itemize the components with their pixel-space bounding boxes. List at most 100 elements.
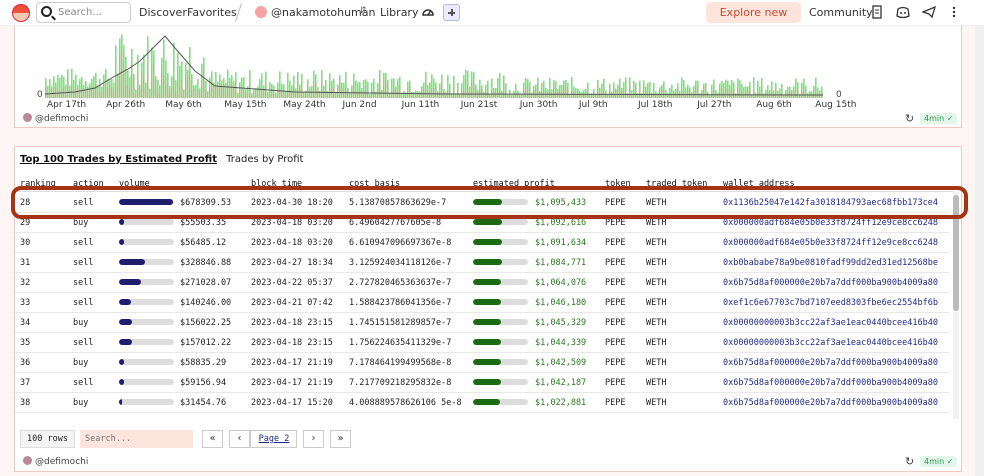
cell-estimated-profit: $1,042,509	[535, 358, 587, 368]
sell-volume-bar	[677, 87, 679, 98]
sell-volume-bar	[603, 87, 605, 98]
table-search-input[interactable]	[80, 430, 193, 448]
table-row[interactable]: 33 sell $140246.00 2023-04-21 07:42 1.588423…	[15, 293, 949, 313]
chart-credit[interactable]: @defimochi	[23, 113, 88, 124]
sell-volume-bar	[91, 89, 93, 98]
avatar[interactable]	[255, 6, 267, 18]
refresh-icon[interactable]: ↻	[905, 112, 914, 125]
sell-volume-bar	[165, 85, 167, 98]
cell-wallet[interactable]: 0x00000000003b3cc22af3ae1eac0440bcee416b…	[723, 318, 938, 328]
page-scrollbar[interactable]	[975, 26, 984, 476]
sell-volume-bar	[647, 92, 649, 98]
sell-volume-bar	[589, 96, 591, 98]
first-page-button[interactable]: «	[202, 430, 223, 448]
cell-wallet[interactable]: 0x6b75d8af000000e20b7a7ddf000ba900b4009a…	[723, 378, 938, 388]
sell-volume-bar	[713, 87, 715, 98]
cell-wallet[interactable]: 0xb0bababe78a9be0810fadf99dd2ed31ed12568…	[723, 258, 938, 268]
cell-block-time: 2023-04-18 03:20	[251, 238, 333, 248]
cell-ranking: 29	[20, 218, 31, 228]
cell-block-time: 2023-04-17 21:19	[251, 358, 333, 368]
prev-page-button[interactable]: ‹	[229, 430, 250, 448]
sell-volume-bar	[489, 94, 491, 98]
explore-plans-button[interactable]: Explore new plans	[706, 2, 801, 40]
sell-volume-bar	[549, 91, 551, 98]
cell-wallet[interactable]: 0x6b75d8af000000e20b7a7ddf000ba900b4009a…	[723, 358, 938, 368]
sell-volume-bar	[703, 86, 705, 98]
cell-action: buy	[73, 398, 89, 408]
x-tick-label: Jun 30th	[519, 100, 558, 110]
tab-trades-by-profit[interactable]: Trades by Profit	[226, 154, 303, 165]
sell-volume-bar	[97, 92, 99, 98]
cell-cost-basis: 6.610947096697367e-8	[349, 238, 452, 248]
sell-volume-bar	[215, 84, 217, 98]
search-box[interactable]: Search...	[36, 2, 131, 23]
profit-bar-fill	[473, 359, 501, 365]
cell-wallet[interactable]: 0x6b75d8af000000e20b7a7ddf000ba900b4009a…	[723, 398, 938, 408]
age-label: 4min	[924, 457, 945, 466]
table-row[interactable]: 30 sell $56485.12 2023-04-18 03:20 6.6109470…	[15, 233, 949, 253]
more-vertical-icon[interactable]	[947, 5, 961, 19]
cell-wallet[interactable]: 0x6b75d8af000000e20b7a7ddf000ba900b4009a…	[723, 278, 938, 288]
sell-volume-bar	[149, 94, 151, 98]
cell-cost-basis: 1.745151581289857e-7	[349, 318, 452, 328]
last-page-button[interactable]: »	[330, 430, 351, 448]
sell-volume-bar	[449, 91, 451, 98]
chevron-updown-icon[interactable]: ⇵	[359, 6, 367, 16]
volume-bar-fill	[119, 219, 124, 225]
nav-favorites[interactable]: Favorites	[187, 6, 237, 19]
table-row[interactable]: 36 buy $58835.29 2023-04-17 21:19 7.17846419…	[15, 353, 949, 373]
table-row[interactable]: 32 sell $271028.07 2023-04-22 05:37 2.727820…	[15, 273, 949, 293]
nav-discover[interactable]: Discover	[139, 6, 187, 19]
sell-volume-bar	[657, 95, 659, 98]
logo-icon[interactable]	[12, 4, 30, 22]
sell-volume-bar	[131, 65, 133, 98]
sell-volume-bar	[687, 89, 689, 98]
telegram-icon[interactable]	[922, 5, 936, 19]
table-row[interactable]: 38 buy $31454.76 2023-04-17 15:20 4.00888957…	[15, 393, 949, 413]
cell-wallet[interactable]: 0x000000adf684e05b0e33f8724ff12e9ce8cc62…	[723, 238, 938, 248]
sell-volume-bar	[139, 87, 141, 98]
volume-bar-fill	[119, 279, 141, 285]
sell-volume-bar	[749, 85, 751, 98]
sell-volume-bar	[123, 65, 125, 98]
cell-wallet[interactable]: 0x000000adf684e05b0e33f8724ff12e9ce8cc62…	[723, 218, 938, 228]
sell-volume-bar	[761, 84, 763, 98]
sell-volume-bar	[205, 89, 207, 98]
search-input[interactable]: Search...	[58, 7, 102, 18]
table-row[interactable]: 35 sell $157012.22 2023-04-18 23:15 1.756224…	[15, 333, 949, 353]
nav-community[interactable]: Community	[809, 6, 873, 19]
table-credit[interactable]: @defimochi	[23, 456, 88, 467]
cell-volume: $271028.07	[180, 278, 232, 288]
sell-volume-bar	[607, 96, 609, 98]
gauge-icon[interactable]	[421, 5, 435, 19]
table-scrollbar[interactable]	[953, 191, 959, 419]
table-row[interactable]: 37 sell $59156.94 2023-04-17 21:19 7.2177092…	[15, 373, 949, 393]
cell-volume: $56485.12	[180, 238, 227, 248]
table-row[interactable]: 34 buy $156022.25 2023-04-18 23:15 1.7451515…	[15, 313, 949, 333]
sell-volume-bar	[197, 89, 199, 98]
cell-wallet[interactable]: 0xef1c6e67703c7bd7107eed8303fbe6ec2554bf…	[723, 298, 938, 308]
sell-volume-bar	[409, 84, 411, 98]
sell-volume-bar	[595, 95, 597, 98]
sell-volume-bar	[765, 92, 767, 98]
profit-bar-fill	[473, 379, 501, 385]
create-plus-icon[interactable]	[443, 4, 460, 21]
nav-library[interactable]: Library	[380, 6, 418, 19]
tab-top-trades[interactable]: Top 100 Trades by Estimated Profit	[20, 154, 217, 165]
sell-volume-bar	[405, 95, 407, 98]
sell-volume-bar	[191, 86, 193, 98]
cell-action: sell	[73, 278, 94, 288]
document-icon[interactable]	[870, 5, 884, 19]
discord-icon[interactable]	[896, 5, 910, 19]
cell-wallet[interactable]: 0x00000000003b3cc22af3ae1eac0440bcee416b…	[723, 338, 938, 348]
sell-volume-bar	[127, 84, 129, 98]
profit-bar-fill	[473, 239, 502, 245]
sell-volume-bar	[267, 95, 269, 98]
cell-block-time: 2023-04-22 05:37	[251, 278, 333, 288]
cell-ranking: 34	[20, 318, 31, 328]
refresh-icon[interactable]: ↻	[905, 455, 914, 468]
table-row[interactable]: 31 sell $328846.88 2023-04-27 18:34 3.125924…	[15, 253, 949, 273]
cell-estimated-profit: $1,042,187	[535, 378, 587, 388]
next-page-button[interactable]: ›	[303, 430, 324, 448]
page-indicator[interactable]: Page 2	[253, 432, 295, 446]
